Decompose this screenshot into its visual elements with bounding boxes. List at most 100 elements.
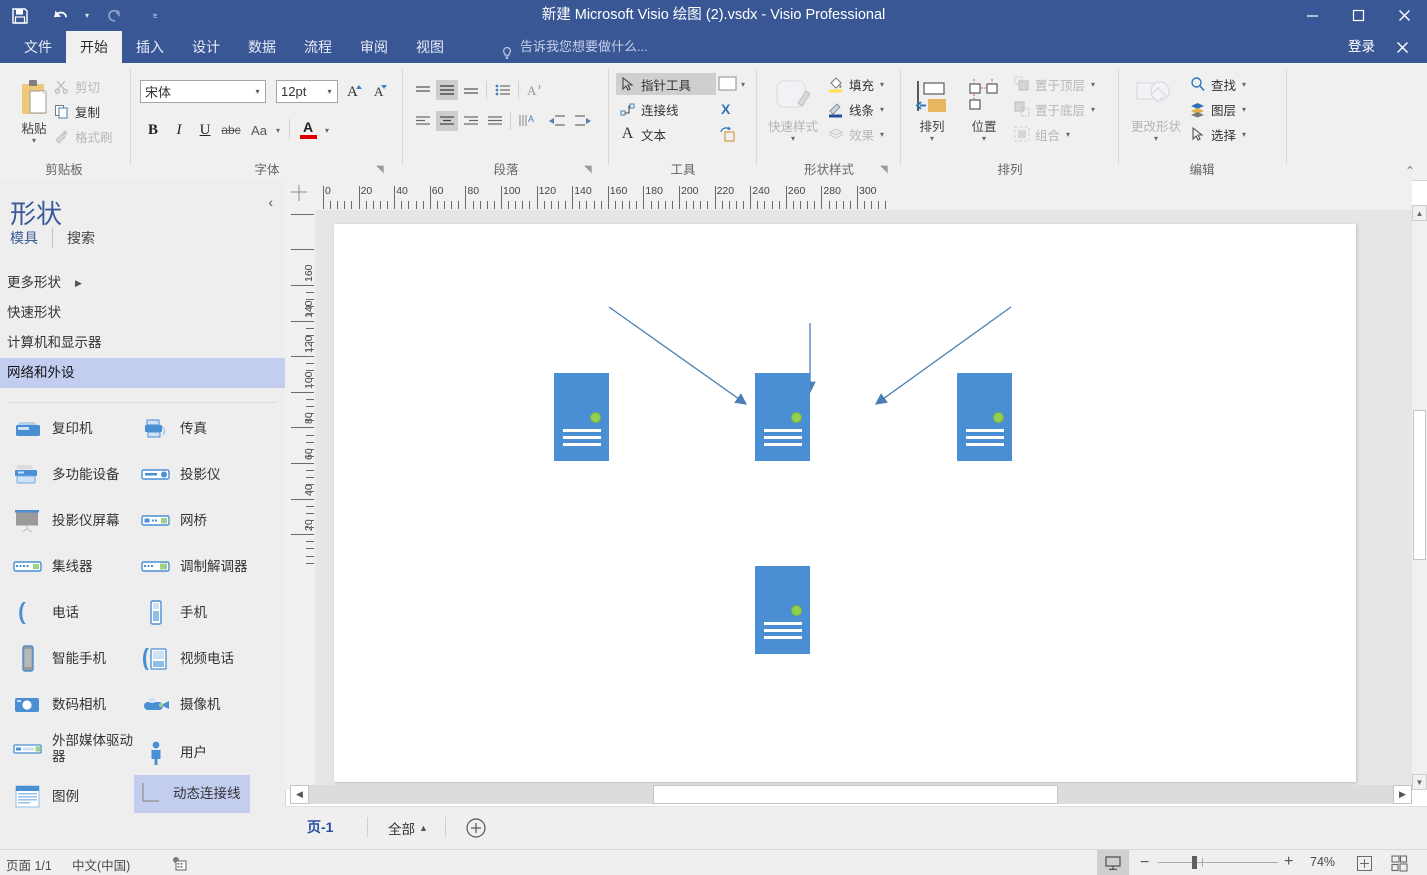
effects-button[interactable]: 效果 ▾ (824, 123, 887, 145)
change-case-button[interactable]: Aa (246, 119, 272, 141)
scroll-left-button[interactable]: ◀ (290, 785, 309, 804)
drawing-page[interactable] (334, 224, 1356, 782)
shape-item-video-phone[interactable]: 视频电话 (134, 640, 234, 678)
send-to-back-dropdown-icon[interactable]: ▾ (1091, 105, 1095, 114)
server-top-right[interactable] (957, 373, 1012, 461)
change-case-dropdown-icon[interactable]: ▾ (273, 121, 283, 139)
select-dropdown-icon[interactable]: ▾ (1242, 130, 1246, 139)
text-tool-button[interactable]: A 文本 (616, 123, 669, 145)
server-bottom-center[interactable] (755, 566, 810, 654)
change-shape-dropdown-icon[interactable]: ▾ (1154, 135, 1158, 143)
all-pages-button[interactable]: 全部 ▲ (388, 818, 428, 838)
align-top-button[interactable] (412, 80, 434, 100)
shape-item-legend[interactable]: 图例 (6, 778, 79, 816)
close-button[interactable] (1381, 0, 1427, 31)
select-button[interactable]: 选择 ▾ (1186, 123, 1249, 145)
quick-styles-dropdown-icon[interactable]: ▾ (791, 135, 795, 143)
shape-item-video-camera[interactable]: 摄像机 (134, 686, 221, 724)
tab-design[interactable]: 设计 (178, 31, 234, 63)
underline-button[interactable]: U (194, 119, 216, 141)
line-button[interactable]: 线条 ▾ (824, 98, 887, 120)
font-dialog-launcher[interactable]: ◥ (376, 164, 388, 176)
zoom-slider-thumb[interactable] (1192, 856, 1197, 869)
align-right-button[interactable] (460, 111, 482, 131)
language-label[interactable]: 中文(中国) (72, 855, 130, 874)
shape-item-projector[interactable]: 投影仪 (134, 456, 221, 494)
vertical-scrollbar[interactable]: ▲ ▼ (1412, 205, 1427, 790)
stencil-item-quick-shapes[interactable]: 快速形状 (0, 298, 285, 328)
shape-item-bridge[interactable]: 网桥 (134, 502, 207, 540)
collapse-panel-icon[interactable]: ‹ (268, 194, 273, 210)
stencil-item-computers-monitors[interactable]: 计算机和显示器 (0, 328, 285, 358)
align-bottom-button[interactable] (460, 80, 482, 100)
shape-item-smartphone[interactable]: 智能手机 (6, 640, 106, 678)
shape-styles-dialog-launcher[interactable]: ◥ (880, 164, 892, 176)
shape-item-fax[interactable]: 传真 (134, 410, 207, 448)
tab-data[interactable]: 数据 (234, 31, 290, 63)
shape-item-cellphone[interactable]: 手机 (134, 594, 207, 632)
horizontal-ruler[interactable]: 0 20 40 60 80 100 120 140 160 180 200 220 240 260 280 3… (315, 180, 1412, 211)
font-color-button[interactable]: A (296, 117, 320, 141)
pointer-tool-button[interactable]: 指针工具 (616, 73, 716, 95)
format-painter-button[interactable]: 格式刷 (50, 125, 116, 147)
font-size-dropdown-icon[interactable]: ▾ (322, 87, 337, 96)
shape-item-dynamic-connector[interactable]: 动态连接线 (134, 775, 250, 813)
layers-dropdown-icon[interactable]: ▾ (1242, 105, 1246, 114)
shape-item-projector-screen[interactable]: 投影仪屏幕 (6, 502, 120, 540)
font-color-dropdown-icon[interactable]: ▾ (322, 121, 332, 139)
tell-me-box[interactable]: 告诉我您想要做什么... (500, 31, 648, 63)
font-size-input[interactable]: 12pt ▾ (276, 80, 338, 103)
shape-item-modem[interactable]: 调制解调器 (134, 548, 248, 586)
group-button[interactable]: 组合 ▾ (1010, 123, 1073, 145)
pointer-tool-options-dropdown-icon[interactable]: ▾ (738, 76, 748, 92)
connection-point-tool-button[interactable]: X (716, 99, 740, 119)
tab-file[interactable]: 文件 (10, 31, 66, 63)
rotate-shape-tool-button[interactable] (716, 124, 740, 144)
find-button[interactable]: 查找 ▾ (1186, 73, 1249, 95)
arrange-button[interactable]: 排列 ▾ (908, 73, 956, 143)
connector-tool-button[interactable]: 连接线 (616, 98, 682, 120)
stencil-item-more-shapes[interactable]: 更多形状 ▶ (0, 268, 285, 298)
bullets-button[interactable] (492, 80, 514, 100)
shape-item-user[interactable]: 用户 (134, 734, 207, 772)
zoom-in-button[interactable]: + (1284, 854, 1293, 870)
scroll-right-button[interactable]: ▶ (1393, 785, 1412, 804)
bring-to-front-dropdown-icon[interactable]: ▾ (1091, 80, 1095, 89)
fit-page-icon[interactable] (1355, 854, 1373, 872)
arrange-dropdown-icon[interactable]: ▾ (930, 135, 934, 143)
macro-recording-icon[interactable] (170, 854, 188, 872)
bold-button[interactable]: B (142, 119, 164, 141)
line-spacing-button[interactable]: A (516, 111, 538, 131)
zoom-level-label[interactable]: 74% (1310, 855, 1335, 869)
bring-to-front-button[interactable]: 置于顶层 ▾ (1010, 73, 1098, 95)
shrink-font-button[interactable]: A (370, 79, 392, 101)
font-family-input[interactable]: 宋体 ▾ (140, 80, 266, 103)
server-top-left[interactable] (554, 373, 609, 461)
tab-stencils[interactable]: 模具 (10, 228, 52, 248)
zoom-out-button[interactable]: − (1140, 855, 1149, 871)
maximize-button[interactable] (1335, 0, 1381, 31)
shape-item-digital-camera[interactable]: 数码相机 (6, 686, 106, 724)
tab-home[interactable]: 开始 (66, 31, 122, 63)
ruler-corner[interactable] (285, 180, 316, 211)
group-dropdown-icon[interactable]: ▾ (1066, 130, 1070, 139)
scroll-down-button[interactable]: ▼ (1412, 774, 1427, 790)
change-shape-button[interactable]: 更改形状 ▾ (1126, 73, 1186, 143)
quick-styles-button[interactable]: 快速样式 ▾ (764, 73, 822, 143)
fill-dropdown-icon[interactable]: ▾ (880, 80, 884, 89)
vertical-scroll-thumb[interactable] (1413, 410, 1426, 560)
shape-item-multifunction-device[interactable]: 多功能设备 (6, 456, 120, 494)
horizontal-scroll-thumb[interactable] (653, 785, 1058, 804)
tab-review[interactable]: 审阅 (346, 31, 402, 63)
align-center-button[interactable] (436, 111, 458, 131)
stencil-item-network-peripherals[interactable]: 网络和外设 (0, 358, 285, 388)
page-tab-1[interactable]: 页-1 (307, 817, 333, 837)
effects-dropdown-icon[interactable]: ▾ (880, 130, 884, 139)
copy-button[interactable]: 复制 (50, 100, 103, 122)
send-to-back-button[interactable]: 置于底层 ▾ (1010, 98, 1098, 120)
scroll-up-button[interactable]: ▲ (1412, 205, 1427, 221)
layers-button[interactable]: 图层 ▾ (1186, 98, 1249, 120)
fill-button[interactable]: 填充 ▾ (824, 73, 887, 95)
shape-item-telephone[interactable]: 电话 (6, 594, 79, 632)
align-middle-button[interactable] (436, 80, 458, 100)
